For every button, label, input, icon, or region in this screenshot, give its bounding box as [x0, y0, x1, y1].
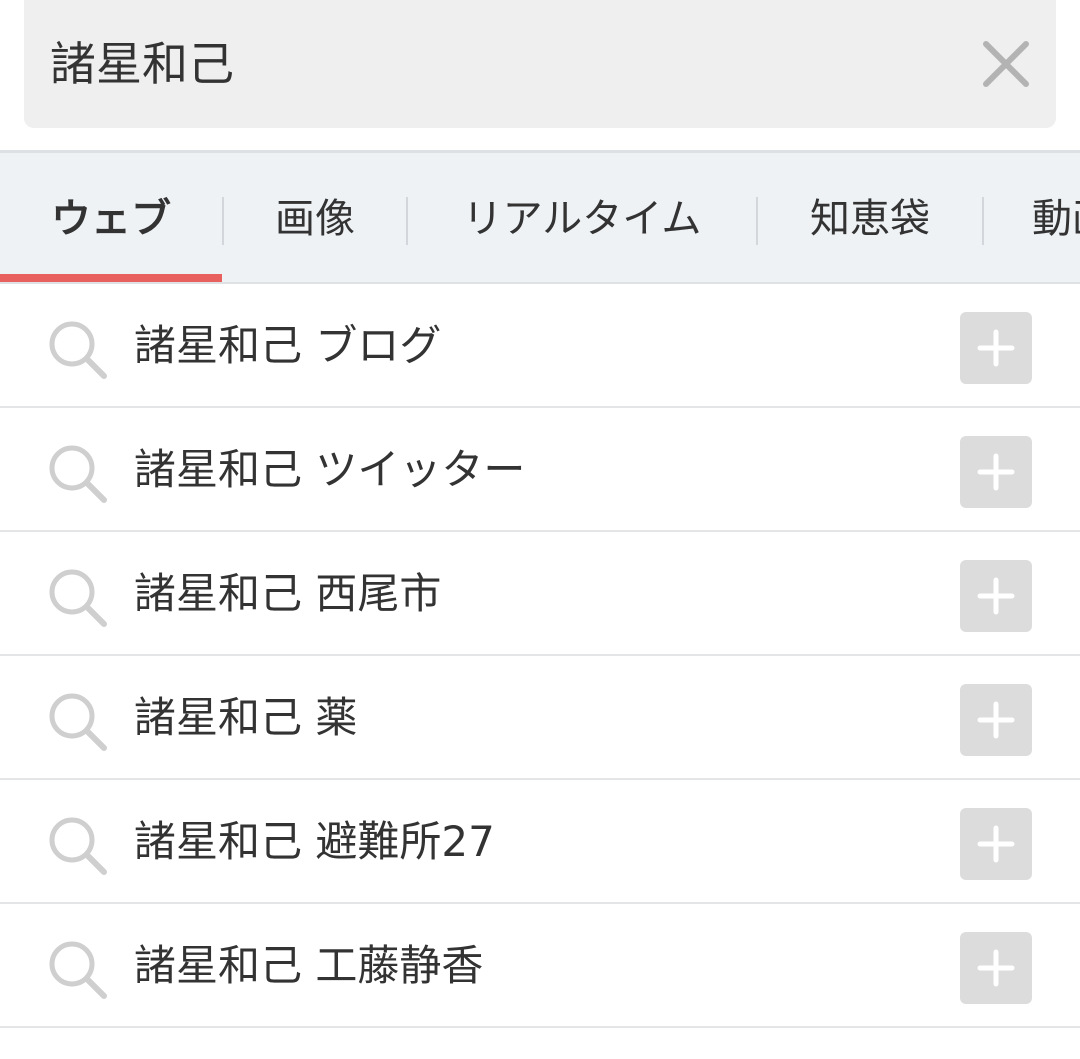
tab-chiebukuro[interactable]: 知恵袋	[758, 153, 982, 282]
tab-label: ウェブ	[51, 196, 171, 242]
tab-video[interactable]: 動画	[1032, 153, 1080, 282]
plus-icon	[977, 577, 1015, 615]
active-tab-indicator	[0, 274, 222, 282]
search-box	[24, 0, 1056, 128]
clear-search-button[interactable]	[968, 26, 1044, 102]
suggestion-item[interactable]: 諸星和己 西尾市	[0, 532, 1080, 656]
suggestion-item[interactable]: 諸星和己 工藤静香	[0, 904, 1080, 1028]
plus-icon	[977, 329, 1015, 367]
search-tabs: ウェブ 画像 リアルタイム 知恵袋 動画	[0, 150, 1080, 284]
tab-images[interactable]: 画像	[224, 153, 406, 282]
tab-label: 動画	[1032, 196, 1080, 242]
suggestion-item[interactable]: 諸星和己 ツイッター	[0, 408, 1080, 532]
search-icon	[49, 445, 107, 503]
suggestion-item[interactable]: 諸星和己 避難所27	[0, 780, 1080, 904]
suggestion-text: 諸星和己 ツイッター	[134, 445, 526, 494]
plus-icon	[977, 453, 1015, 491]
suggestion-item[interactable]: 諸星和己 薬	[0, 656, 1080, 780]
append-suggestion-button[interactable]	[960, 932, 1032, 1004]
plus-icon	[977, 825, 1015, 863]
plus-icon	[977, 949, 1015, 987]
suggestion-text: 諸星和己 避難所27	[134, 817, 495, 866]
suggestion-text: 諸星和己 薬	[134, 693, 358, 742]
suggestion-text: 諸星和己 工藤静香	[134, 941, 484, 990]
tab-divider	[982, 197, 984, 245]
append-suggestion-button[interactable]	[960, 436, 1032, 508]
append-suggestion-button[interactable]	[960, 684, 1032, 756]
tab-realtime[interactable]: リアルタイム	[408, 153, 756, 282]
close-icon	[983, 41, 1029, 87]
search-icon	[49, 817, 107, 875]
plus-icon	[977, 701, 1015, 739]
suggestion-text: 諸星和己 西尾市	[134, 569, 442, 618]
append-suggestion-button[interactable]	[960, 560, 1032, 632]
search-icon	[49, 693, 107, 751]
append-suggestion-button[interactable]	[960, 312, 1032, 384]
tab-label: リアルタイム	[462, 196, 702, 242]
search-icon	[49, 569, 107, 627]
tab-label: 知恵袋	[810, 196, 930, 242]
suggestion-text: 諸星和己 ブログ	[134, 321, 442, 370]
search-icon	[49, 941, 107, 999]
suggestion-item[interactable]: 諸星和己 ブログ	[0, 284, 1080, 408]
search-header	[0, 0, 1080, 152]
append-suggestion-button[interactable]	[960, 808, 1032, 880]
tab-web[interactable]: ウェブ	[0, 153, 222, 282]
suggestion-list: 諸星和己 ブログ 諸星和己 ツイッター 諸星和己 西尾市 諸星和己 薬 諸星和己…	[0, 284, 1080, 1028]
search-icon	[49, 321, 107, 379]
search-input[interactable]	[50, 28, 930, 100]
tab-label: 画像	[275, 196, 355, 242]
